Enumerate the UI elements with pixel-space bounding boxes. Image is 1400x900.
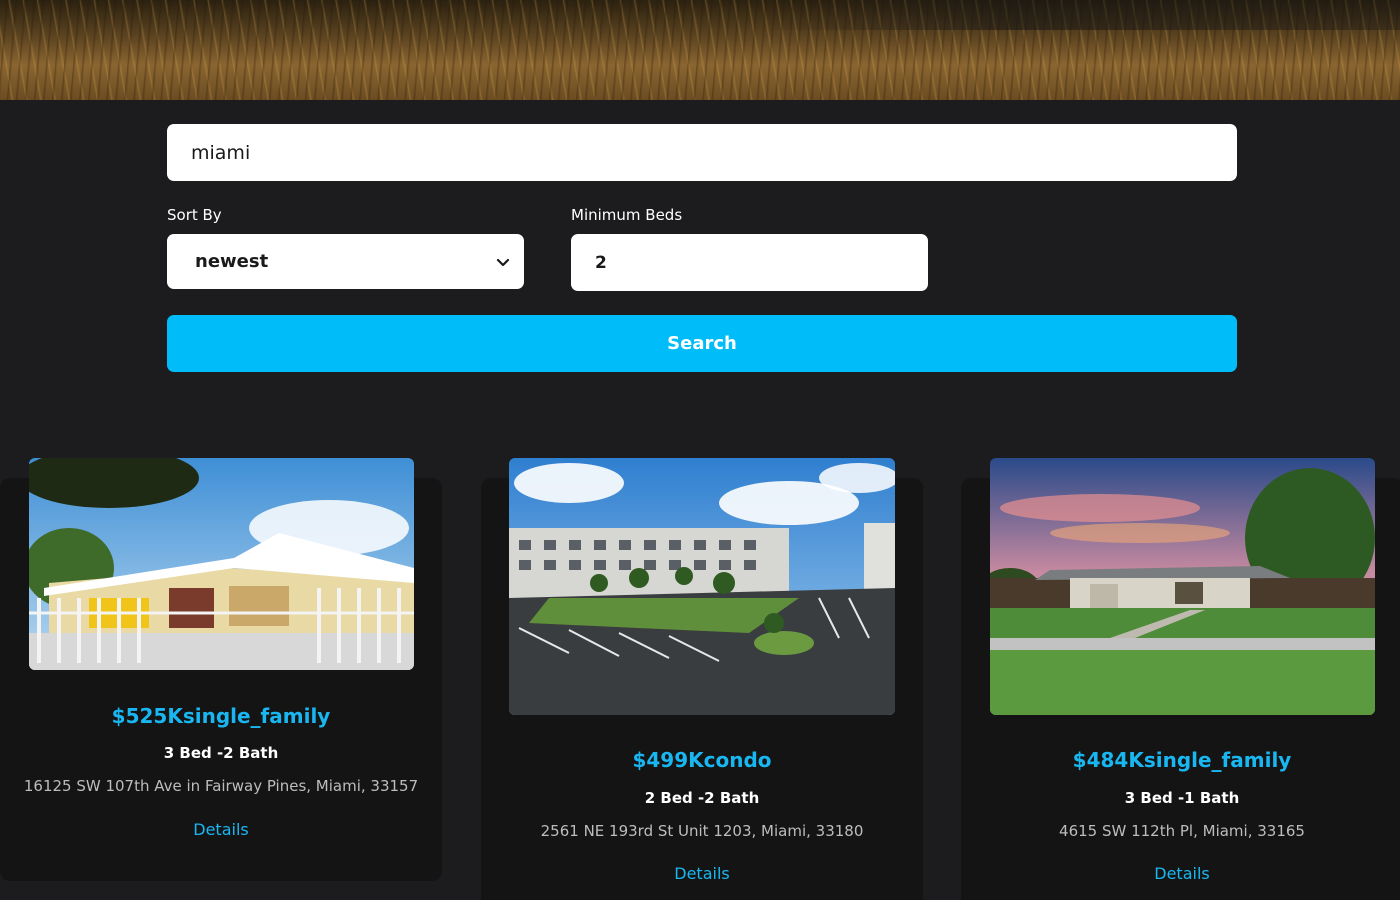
chevron-down-icon <box>496 258 510 266</box>
listing-price: $499Kcondo <box>632 748 772 772</box>
listing-address: 16125 SW 107th Ave in Fairway Pines, Mia… <box>23 777 419 795</box>
minimum-beds-label: Minimum Beds <box>571 206 683 224</box>
listing-photo[interactable] <box>29 458 414 670</box>
sort-by-value: newest <box>195 251 269 272</box>
listing-details-link[interactable]: Details <box>961 864 1400 883</box>
listing-beds-baths: 3 Bed -2 Bath <box>163 744 279 762</box>
sort-by-label: Sort By <box>167 206 222 224</box>
sort-by-select[interactable]: newest <box>167 234 524 289</box>
listing-price: $525Ksingle_family <box>111 704 331 728</box>
listing-photo[interactable] <box>509 458 895 715</box>
hero-shadow <box>760 0 1400 30</box>
location-search-input[interactable] <box>167 124 1237 181</box>
listing-details-link[interactable]: Details <box>481 864 923 883</box>
minimum-beds-input[interactable] <box>571 234 928 291</box>
listing-beds-baths: 3 Bed -1 Bath <box>1124 789 1240 807</box>
listing-price: $484Ksingle_family <box>1072 748 1292 772</box>
hero-banner-image <box>0 0 1400 100</box>
listing-address: 4615 SW 112th Pl, Miami, 33165 <box>1059 822 1305 840</box>
search-button[interactable]: Search <box>167 315 1237 372</box>
listing-beds-baths: 2 Bed -2 Bath <box>644 789 760 807</box>
listing-card: $499Kcondo 2 Bed -2 Bath 2561 NE 193rd S… <box>481 458 923 900</box>
listing-address: 2561 NE 193rd St Unit 1203, Miami, 33180 <box>540 822 864 840</box>
listing-details-link[interactable]: Details <box>0 820 442 839</box>
listing-card: $525Ksingle_family 3 Bed -2 Bath 16125 S… <box>0 458 442 881</box>
listing-photo[interactable] <box>990 458 1375 715</box>
listing-card: $484Ksingle_family 3 Bed -1 Bath 4615 SW… <box>961 458 1400 900</box>
